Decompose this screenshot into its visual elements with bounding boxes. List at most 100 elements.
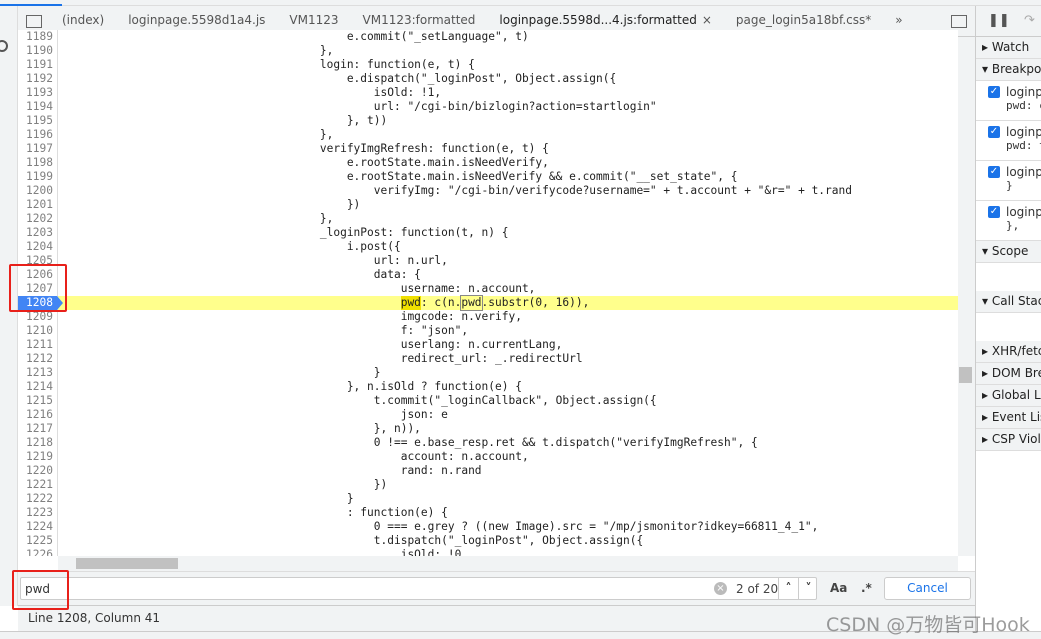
horizontal-scroll-thumb[interactable] (76, 558, 178, 569)
line-code: 0 === e.grey ? ((new Image).src = "/mp/j… (266, 520, 819, 533)
line-number[interactable]: 1219 (18, 450, 58, 464)
line-number[interactable]: 1203 (18, 226, 58, 240)
breakpoint-code: pwd: t (1006, 139, 1041, 152)
line-number[interactable]: 1196 (18, 128, 58, 142)
line-number[interactable]: 1213 (18, 366, 58, 380)
call-stack-label: Call Stack (991, 294, 1041, 308)
breakpoint-item[interactable]: ✓ loginpa}, (976, 201, 1041, 241)
code-line: 1192 e.dispatch("_loginPost", Object.ass… (18, 72, 958, 86)
step-over-icon[interactable]: ↷ (1024, 13, 1035, 28)
line-number[interactable]: 1218 (18, 436, 58, 450)
line-number[interactable]: 1209 (18, 310, 58, 324)
event-listener-section[interactable]: ▸ Event Listener Breakpoints (976, 407, 1041, 429)
line-code: }, n)), (266, 422, 421, 435)
code-line: 1193 isOld: !1, (18, 86, 958, 100)
close-tab-icon[interactable]: × (702, 13, 712, 27)
line-number[interactable]: 1195 (18, 114, 58, 128)
line-number[interactable]: 1190 (18, 44, 58, 58)
search-input[interactable]: pwd × 2 of 20 ˄ ˅ (20, 577, 817, 600)
line-number[interactable]: 1223 (18, 506, 58, 520)
line-number[interactable]: 1221 (18, 478, 58, 492)
line-number[interactable]: 1211 (18, 338, 58, 352)
line-code: account: n.account, (266, 450, 529, 463)
event-label: Event Listener Breakpoints (991, 410, 1041, 424)
breakpoint-item[interactable]: ✓ loginpapwd: t (976, 121, 1041, 161)
line-code: } (266, 366, 381, 379)
line-number[interactable]: 1210 (18, 324, 58, 338)
xhr-label: XHR/fetch Breakpoints (991, 344, 1041, 358)
csp-section[interactable]: ▸ CSP Violation Breakpoints (976, 429, 1041, 451)
breakpoint-checkbox[interactable]: ✓ (988, 126, 1000, 138)
pause-icon[interactable]: ❚❚ (988, 13, 1010, 28)
clear-search-icon[interactable]: × (714, 582, 727, 595)
previous-match-button[interactable]: ˄ (778, 577, 798, 600)
line-code: }) (266, 198, 361, 211)
dom-breakpoints-section[interactable]: ▸ DOM Breakpoints (976, 363, 1041, 385)
breakpoint-checkbox[interactable]: ✓ (988, 86, 1000, 98)
code-editor[interactable]: 1189 e.commit("_setLanguage", t) 1190 }, 1… (18, 30, 958, 556)
line-number[interactable]: 1204 (18, 240, 58, 254)
line-code: e.dispatch("_loginPost", Object.assign({ (266, 72, 617, 85)
line-number[interactable]: 1224 (18, 520, 58, 534)
code-line: 1207 username: n.account, (18, 282, 958, 296)
line-code: url: n.url, (266, 254, 448, 267)
line-number[interactable]: 1220 (18, 464, 58, 478)
line-number[interactable]: 1194 (18, 100, 58, 114)
toggle-navigator-icon[interactable] (26, 14, 42, 28)
breakpoint-checkbox[interactable]: ✓ (988, 206, 1000, 218)
line-number[interactable]: 1201 (18, 198, 58, 212)
watermark: CSDN @万物皆可Hook (826, 614, 1030, 636)
line-number[interactable]: 1193 (18, 86, 58, 100)
line-number[interactable]: 1202 (18, 212, 58, 226)
line-number[interactable]: 1192 (18, 72, 58, 86)
line-number[interactable]: 1216 (18, 408, 58, 422)
line-code: verifyImgRefresh: function(e, t) { (266, 142, 549, 155)
line-number[interactable]: 1189 (18, 30, 58, 44)
breakpoint-item[interactable]: ✓ loginpa} (976, 161, 1041, 201)
line-number[interactable]: 1214 (18, 380, 58, 394)
watch-section[interactable]: ▸ Watch (976, 37, 1041, 59)
horizontal-scrollbar[interactable] (58, 556, 958, 571)
code-line: 1209 imgcode: n.verify, (18, 310, 958, 324)
breakpoints-section[interactable]: ▾ Breakpoints (976, 59, 1041, 81)
code-line: 1224 0 === e.grey ? ((new Image).src = "… (18, 520, 958, 534)
breakpoint-item[interactable]: ✓ loginpapwd: c (976, 81, 1041, 121)
line-number[interactable]: 1212 (18, 352, 58, 366)
global-listeners-section[interactable]: ▸ Global Listeners (976, 385, 1041, 407)
line-number[interactable]: 1191 (18, 58, 58, 72)
next-match-button[interactable]: ˅ (798, 577, 818, 600)
code-line: 1216 json: e (18, 408, 958, 422)
line-code: login: function(e, t) { (266, 58, 475, 71)
toggle-debugger-icon[interactable] (951, 14, 967, 28)
match-case-button[interactable]: Aa (830, 581, 847, 595)
breakpoint-code: } (1006, 179, 1013, 192)
vertical-scrollbar[interactable] (958, 37, 975, 556)
tab-label: VM1123 (289, 12, 339, 27)
call-stack-section[interactable]: ▾ Call Stack (976, 291, 1041, 313)
line-number[interactable]: 1217 (18, 422, 58, 436)
annotation-box-search (12, 570, 69, 610)
debugger-sidebar: ❚❚ ↷ ▸ Watch ▾ Breakpoints ✓loginpapwd: … (975, 6, 1041, 631)
line-code: t.dispatch("_loginPost", Object.assign({ (266, 534, 644, 547)
line-number[interactable]: 1200 (18, 184, 58, 198)
line-number[interactable]: 1222 (18, 492, 58, 506)
line-number[interactable]: 1225 (18, 534, 58, 548)
line-number[interactable]: 1199 (18, 170, 58, 184)
line-code: e.rootState.main.isNeedVerify, (266, 156, 549, 169)
deactivate-breakpoints-icon[interactable] (0, 40, 8, 52)
breakpoint-checkbox[interactable]: ✓ (988, 166, 1000, 178)
global-label: Global Listeners (991, 388, 1041, 402)
dom-label: DOM Breakpoints (991, 366, 1041, 380)
line-code: data: { (266, 268, 421, 281)
line-number[interactable]: 1198 (18, 156, 58, 170)
line-number[interactable]: 1215 (18, 394, 58, 408)
regex-button[interactable]: .* (861, 581, 872, 595)
cancel-button[interactable]: Cancel (884, 577, 971, 600)
scope-section[interactable]: ▾ Scope (976, 241, 1041, 263)
line-number[interactable]: 1197 (18, 142, 58, 156)
code-line: 1203 _loginPost: function(t, n) { (18, 226, 958, 240)
xhr-breakpoints-section[interactable]: ▸ XHR/fetch Breakpoints (976, 341, 1041, 363)
line-number[interactable]: 1226 (18, 548, 58, 556)
tab-label: loginpage.5598d1a4.js (128, 12, 266, 27)
line-code: verifyImg: "/cgi-bin/verifycode?username… (266, 184, 852, 197)
